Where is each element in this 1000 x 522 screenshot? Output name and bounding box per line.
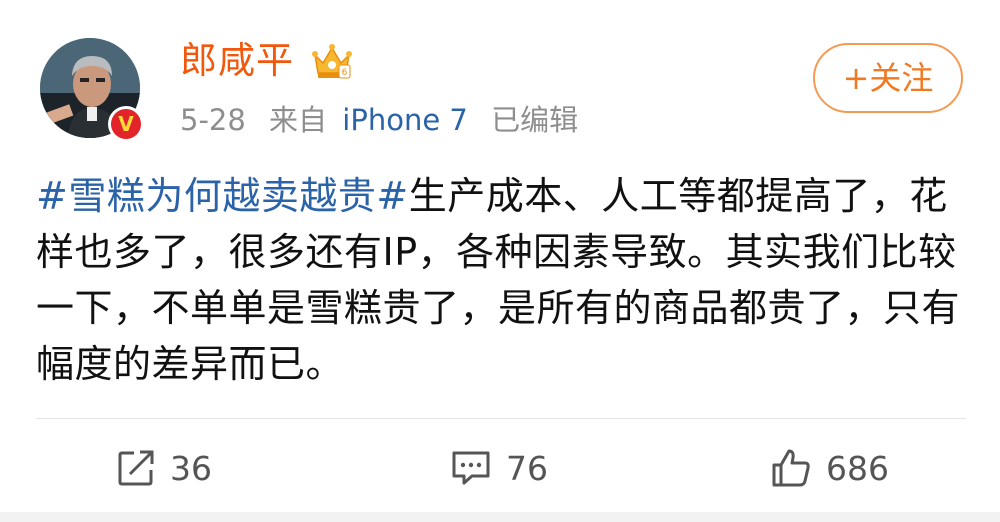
source-prefix: 来自 [269,103,328,137]
avatar[interactable]: V [40,38,144,142]
follow-button[interactable]: +关注 [813,43,963,113]
verified-mark: V [111,109,141,139]
post-content: #雪糕为何越卖越贵#生产成本、人工等都提高了，花样也多了，很多还有IP，各种因素… [36,168,966,392]
crown-vip-icon: 6 [312,43,352,81]
comment-button[interactable]: 76 [450,440,548,496]
username[interactable]: 郎咸平 [180,38,294,84]
edited-label[interactable]: 已编辑 [491,103,578,137]
share-icon [118,450,154,486]
repost-count: 36 [170,448,212,488]
svg-text:6: 6 [342,68,348,78]
like-count: 686 [826,448,889,488]
post-date: 5-28 [180,103,246,137]
device-link[interactable]: iPhone 7 [342,103,468,137]
comment-icon [452,451,490,485]
verified-v-icon: V [108,106,144,142]
comment-count: 76 [506,448,548,488]
bottom-separator [0,512,1000,522]
repost-button[interactable]: 36 [116,440,212,496]
weibo-post: V 郎咸平 6 5-28 来自 iPhone 7 已编辑 +关注 #雪糕为何越卖… [0,0,1000,522]
topic-hashtag-link[interactable]: #雪糕为何越卖越贵# [36,174,409,218]
like-button[interactable]: 686 [770,440,889,496]
divider [36,418,966,419]
post-meta: 5-28 来自 iPhone 7 已编辑 [180,100,592,140]
thumbs-up-icon [772,449,810,487]
